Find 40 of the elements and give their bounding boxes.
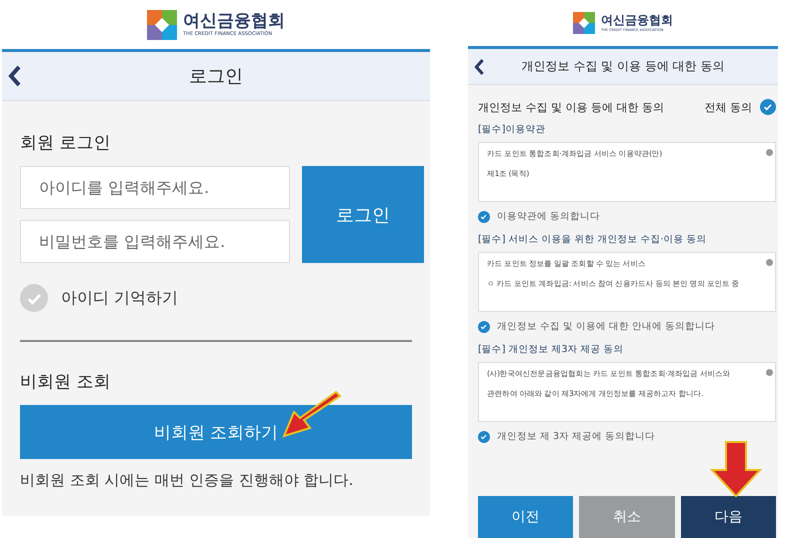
- header-title: 로그인: [189, 65, 243, 88]
- nav-button[interactable]: 다음: [680, 496, 776, 538]
- nav-button[interactable]: 취소: [579, 496, 675, 538]
- section-title: 개인정보 수집 및 이용 등에 대한 동의: [478, 100, 664, 114]
- guest-note: 비회원 조회 시에는 매번 인증을 진행해야 합니다.: [20, 471, 354, 490]
- scroll-thumb[interactable]: [766, 259, 773, 266]
- checkbox-label: 아이디 기억하기: [61, 288, 178, 308]
- back-icon[interactable]: [8, 65, 22, 87]
- guest-lookup-button[interactable]: 비회원 조회하기: [20, 405, 412, 459]
- arrow-icon: [710, 440, 762, 498]
- checkbox-label: 개인정보 수집 및 이용에 대한 안내에 동의합니다: [497, 320, 716, 333]
- agree-all-label: 전체 동의: [704, 100, 752, 114]
- header-title: 개인정보 수집 및 이용 등에 대한 동의: [522, 58, 724, 75]
- id-field[interactable]: 아이디를 입력해주세요.: [20, 166, 290, 209]
- section-heading: 비회원 조회: [20, 371, 110, 393]
- checkbox[interactable]: [20, 284, 48, 312]
- checkmark-icon: [763, 102, 773, 112]
- checkbox[interactable]: [478, 320, 490, 332]
- agreement-title: [필수]이용약관: [478, 123, 546, 136]
- checkbox[interactable]: [478, 210, 490, 222]
- nav-button[interactable]: 이전: [478, 496, 574, 538]
- logo-name: 여신금융협회: [601, 14, 673, 28]
- checkbox[interactable]: [478, 430, 490, 442]
- back-icon[interactable]: [474, 58, 485, 75]
- checkmark-icon: [480, 212, 488, 220]
- checkbox-label: 이용약관에 동의합니다: [497, 210, 600, 223]
- checkmark-icon: [480, 322, 488, 330]
- checkbox-label: 개인정보 제 3자 제공에 동의합니다: [497, 430, 656, 443]
- checkbox[interactable]: [760, 99, 776, 115]
- logo-icon: [573, 12, 595, 34]
- agreement-title: [필수] 개인정보 제3자 제공 동의: [478, 343, 625, 356]
- password-field[interactable]: 비밀번호를 입력해주세요.: [20, 220, 290, 263]
- checkmark-icon: [480, 432, 488, 440]
- section-heading: 회원 로그인: [20, 132, 110, 154]
- agreement-title: [필수] 서비스 이용을 위한 개인정보 수집·이용 동의: [478, 233, 708, 246]
- scroll-thumb[interactable]: [766, 149, 773, 156]
- logo-icon: [147, 10, 177, 40]
- logo-name: 여신금융협회: [183, 12, 285, 31]
- login-button[interactable]: 로그인: [302, 166, 424, 263]
- scroll-thumb[interactable]: [766, 369, 773, 376]
